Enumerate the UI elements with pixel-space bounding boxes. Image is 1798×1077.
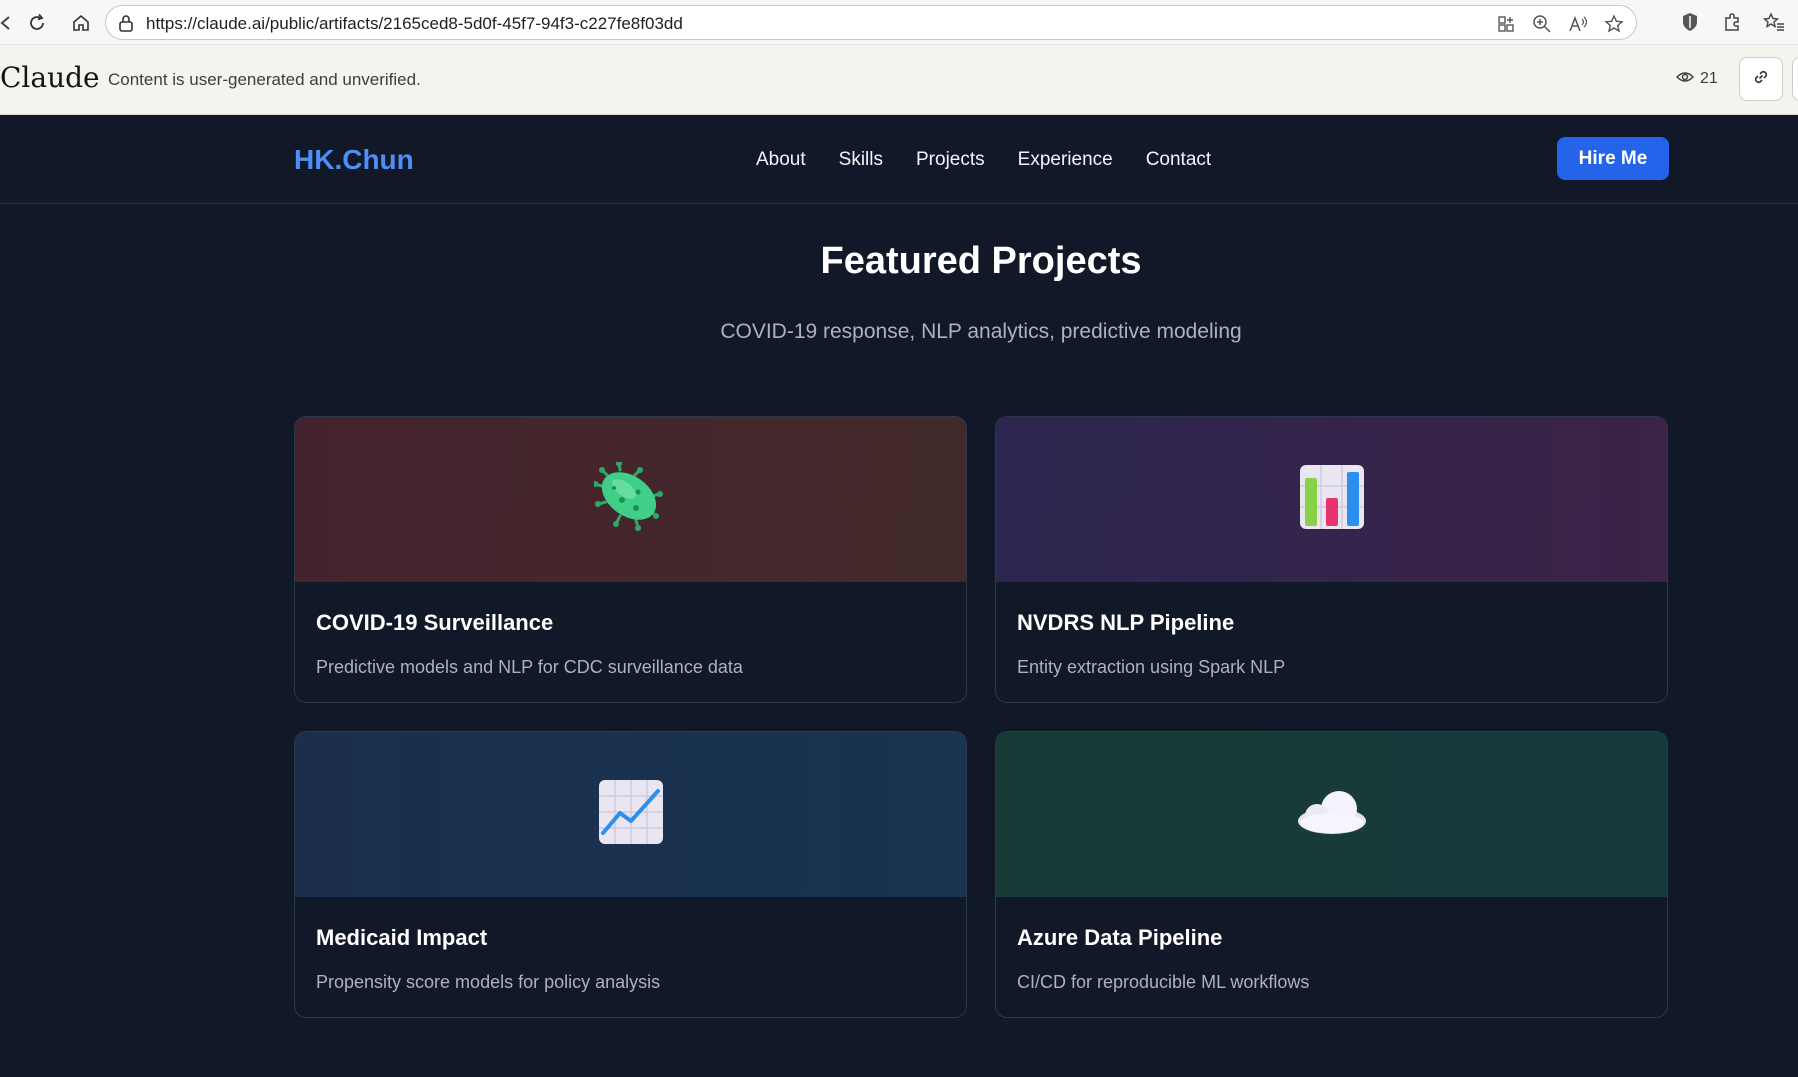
project-card-azure[interactable]: Azure Data Pipeline CI/CD for reproducib…: [995, 731, 1668, 1018]
unverified-notice: Content is user-generated and unverified…: [108, 70, 421, 89]
nav-link-about[interactable]: About: [756, 149, 806, 171]
site-header: HK.Chun About Skills Projects Experience…: [0, 115, 1798, 204]
trend-chart-icon: [598, 779, 664, 850]
nav-link-contact[interactable]: Contact: [1146, 149, 1211, 171]
lock-icon: [118, 14, 134, 37]
project-card-banner: [996, 417, 1667, 582]
section-title: Featured Projects: [820, 240, 1142, 282]
project-description: Propensity score models for policy analy…: [316, 972, 661, 992]
project-card-covid[interactable]: COVID-19 Surveillance Predictive models …: [294, 416, 967, 703]
project-description: Entity extraction using Spark NLP: [1017, 657, 1286, 677]
favorite-star-icon[interactable]: [1602, 12, 1626, 36]
url-text: https://claude.ai/public/artifacts/2165c…: [146, 14, 683, 33]
view-count-value: 21: [1700, 70, 1718, 87]
address-bar[interactable]: https://claude.ai/public/artifacts/2165c…: [105, 5, 1637, 40]
project-card-nvdrs[interactable]: NVDRS NLP Pipeline Entity extraction usi…: [995, 416, 1668, 703]
browser-toolbar: https://claude.ai/public/artifacts/2165c…: [0, 0, 1798, 45]
home-icon[interactable]: [68, 10, 94, 36]
project-card-medicaid[interactable]: Medicaid Impact Propensity score models …: [294, 731, 967, 1018]
project-title: NVDRS NLP Pipeline: [1017, 610, 1235, 635]
extensions-icon[interactable]: [1720, 10, 1744, 34]
section-subtitle: COVID-19 response, NLP analytics, predic…: [720, 320, 1242, 343]
project-description: CI/CD for reproducible ML workflows: [1017, 972, 1310, 992]
project-title: Azure Data Pipeline: [1017, 925, 1223, 950]
bar-chart-icon: [1299, 464, 1365, 535]
more-actions-button[interactable]: [1792, 57, 1798, 101]
app-available-icon[interactable]: [1494, 12, 1518, 36]
project-title: COVID-19 Surveillance: [316, 610, 554, 635]
nav-link-projects[interactable]: Projects: [916, 149, 985, 171]
copy-link-button[interactable]: [1739, 57, 1783, 101]
favorites-icon[interactable]: [1762, 10, 1786, 34]
zoom-icon[interactable]: [1530, 12, 1554, 36]
view-count: 21: [1676, 70, 1718, 88]
main-nav: About Skills Projects Experience Contact: [756, 149, 1211, 171]
nav-link-experience[interactable]: Experience: [1018, 149, 1113, 171]
back-icon[interactable]: [0, 10, 18, 36]
hire-me-button[interactable]: Hire Me: [1557, 137, 1669, 180]
link-icon: [1751, 67, 1771, 92]
eye-icon: [1676, 70, 1694, 88]
project-card-banner: [996, 732, 1667, 897]
project-card-banner: [295, 732, 966, 897]
site-brand[interactable]: HK.Chun: [294, 144, 414, 176]
project-card-banner: [295, 417, 966, 582]
cloud-icon: [1297, 789, 1367, 840]
project-title: Medicaid Impact: [316, 925, 488, 950]
artifact-banner: Claude Content is user-generated and unv…: [0, 45, 1798, 115]
microbe-icon: [592, 460, 668, 537]
project-description: Predictive models and NLP for CDC survei…: [316, 657, 743, 677]
reload-icon[interactable]: [24, 10, 50, 36]
nav-link-skills[interactable]: Skills: [839, 149, 883, 171]
claude-logo[interactable]: Claude: [0, 61, 100, 94]
shield-icon[interactable]: [1678, 10, 1702, 34]
read-aloud-icon[interactable]: [1566, 12, 1590, 36]
